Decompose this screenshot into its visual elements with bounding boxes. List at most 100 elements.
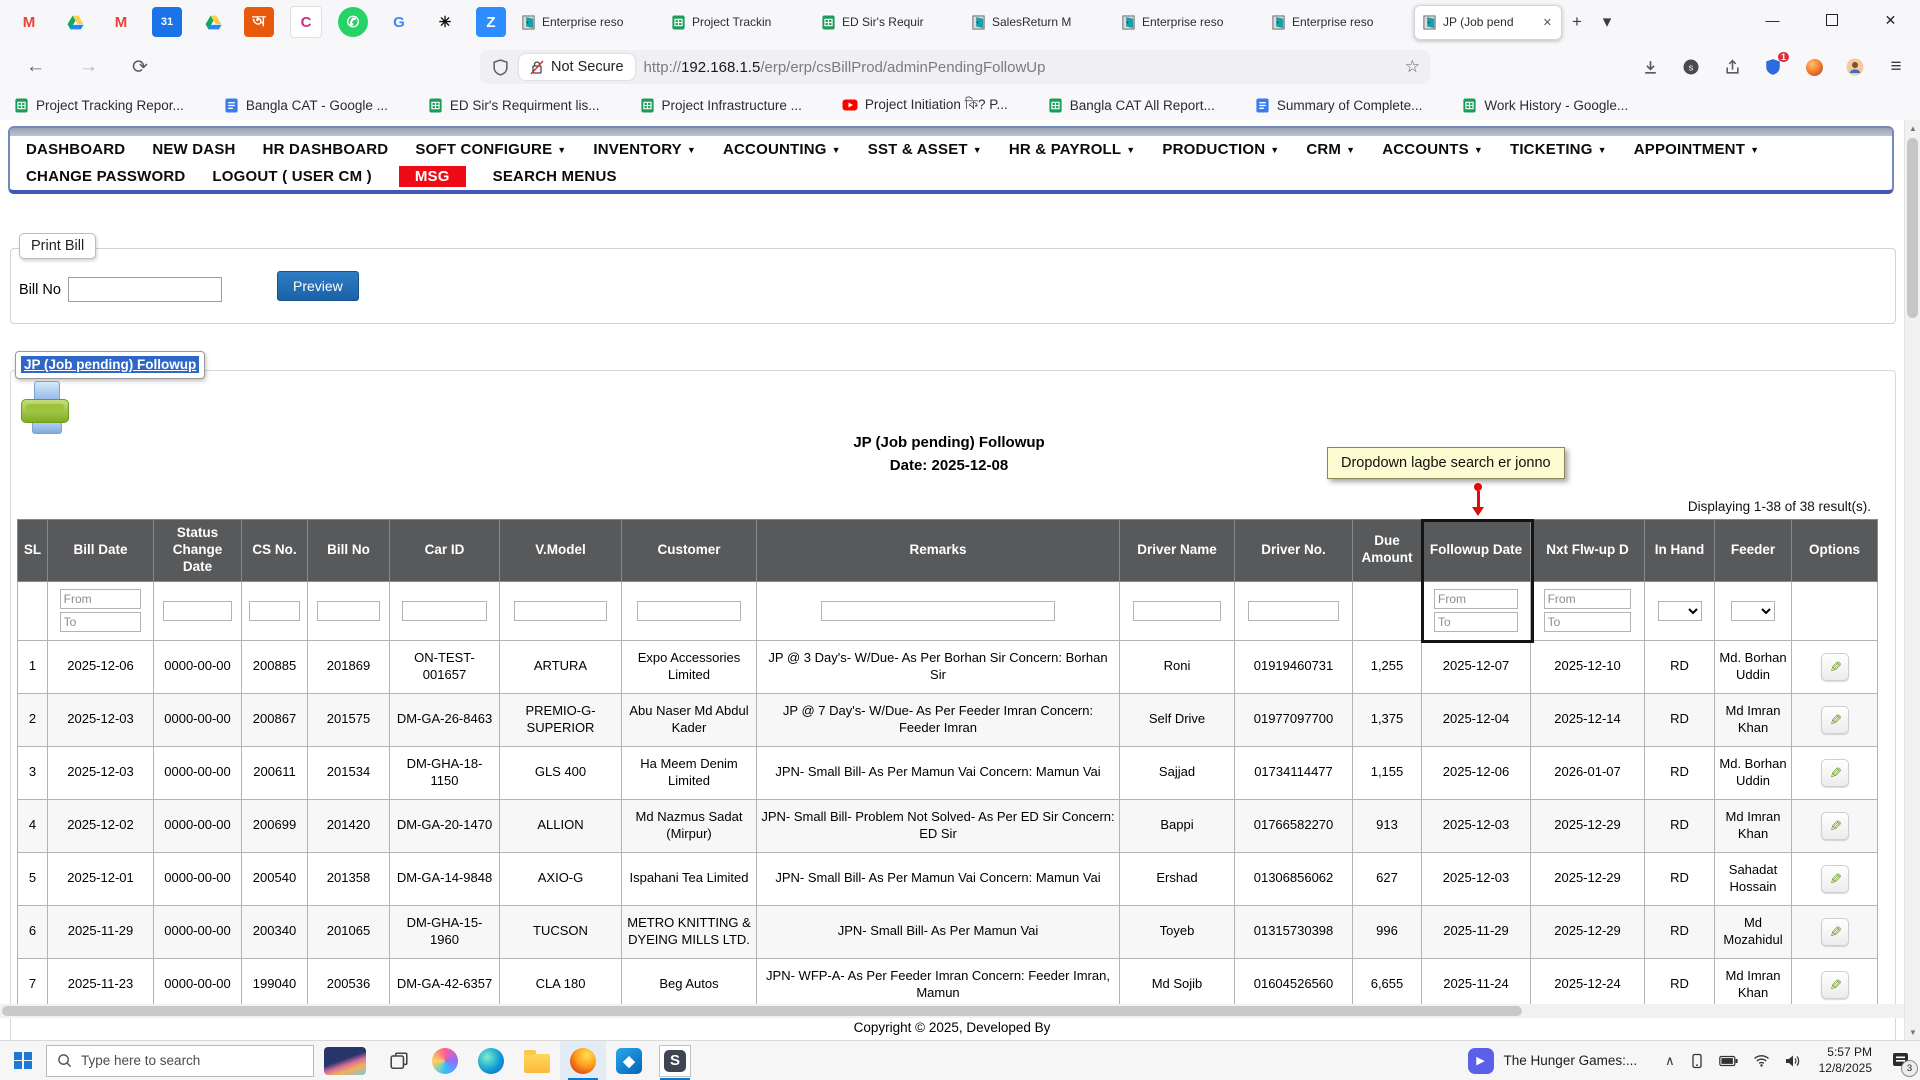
edit-pencil-icon[interactable]: ✎ — [1821, 653, 1849, 681]
pinned-tab-calendar-icon[interactable]: 31 — [152, 7, 182, 37]
column-header-due-amount[interactable]: Due Amount — [1353, 520, 1422, 582]
pinned-tab-gmail-icon[interactable]: M — [14, 7, 44, 37]
taskbar-app-task-view[interactable] — [376, 1041, 422, 1080]
profile-avatar[interactable] — [1845, 57, 1865, 77]
forward-button[interactable]: → — [79, 56, 98, 78]
menu-item-inventory[interactable]: INVENTORY▼ — [593, 141, 696, 158]
browser-tab-6[interactable]: Enterprise reso — [1264, 6, 1410, 39]
browser-tab-2[interactable]: Project Trackin — [664, 6, 810, 39]
filter-to-input-nxt-flwup-d[interactable] — [1544, 612, 1632, 632]
bookmark-item-5[interactable]: Project Initiation কি? P... — [842, 94, 1008, 117]
column-header-followup-date[interactable]: Followup Date — [1422, 520, 1531, 582]
menu-item-production[interactable]: PRODUCTION▼ — [1162, 141, 1279, 158]
vertical-scroll-thumb[interactable] — [1907, 138, 1918, 318]
bookmark-item-6[interactable]: Bangla CAT All Report... — [1048, 98, 1215, 113]
edit-pencil-icon[interactable]: ✎ — [1821, 971, 1849, 999]
shield-permissions-icon[interactable] — [490, 57, 510, 77]
column-header-bill-no[interactable]: Bill No — [308, 520, 390, 582]
close-button[interactable]: ✕ — [1861, 0, 1920, 40]
bookmark-item-4[interactable]: Project Infrastructure ... — [640, 98, 802, 113]
taskbar-app-copilot[interactable] — [422, 1041, 468, 1080]
reload-button[interactable]: ⟳ — [132, 56, 148, 79]
filter-from-input-nxt-flwup-d[interactable] — [1544, 589, 1632, 609]
filter-input-customer[interactable] — [637, 601, 741, 621]
s-extension-icon[interactable]: s — [1681, 57, 1701, 77]
bookmark-star-icon[interactable]: ☆ — [1405, 57, 1420, 77]
share-icon[interactable] — [1722, 57, 1742, 77]
taskbar-app-s-app[interactable]: S — [652, 1041, 698, 1080]
tab-close-icon[interactable]: ✕ — [1541, 14, 1554, 31]
menu-item-crm[interactable]: CRM▼ — [1306, 141, 1355, 158]
start-button[interactable] — [0, 1041, 46, 1080]
filter-input-driver-no[interactable] — [1248, 601, 1339, 621]
new-tab-button[interactable]: + — [1562, 7, 1592, 37]
minimize-button[interactable]: — — [1743, 0, 1802, 40]
taskbar-app-mail-app[interactable]: ◆ — [606, 1041, 652, 1080]
protection-shield-icon[interactable]: 1 — [1763, 57, 1783, 77]
menu-item-soft-configure[interactable]: SOFT CONFIGURE▼ — [415, 141, 566, 158]
pinned-tab-chatgpt-icon[interactable]: ✳ — [430, 7, 460, 37]
bookmark-item-8[interactable]: Work History - Google... — [1462, 98, 1628, 113]
pinned-tab-whatsapp-icon[interactable]: ✆ — [338, 7, 368, 37]
pinned-tab-google-icon[interactable]: G — [384, 7, 414, 37]
taskbar-app-firefox[interactable] — [560, 1041, 606, 1080]
preview-button[interactable]: Preview — [277, 271, 359, 301]
edit-pencil-icon[interactable]: ✎ — [1821, 918, 1849, 946]
menu-item-accounts[interactable]: ACCOUNTS▼ — [1382, 141, 1483, 158]
browser-tab-7[interactable]: JP (Job pend✕ — [1414, 5, 1562, 40]
column-header-customer[interactable]: Customer — [622, 520, 757, 582]
scroll-up-arrow[interactable]: ▲ — [1905, 120, 1920, 136]
pinned-tab-gmail-icon[interactable]: M — [106, 7, 136, 37]
bookmark-item-7[interactable]: Summary of Complete... — [1255, 98, 1423, 113]
wifi-icon[interactable] — [1753, 1054, 1770, 1067]
phone-link-icon[interactable] — [1690, 1053, 1704, 1069]
column-header-driver-no[interactable]: Driver No. — [1235, 520, 1353, 582]
horizontal-scroll-thumb[interactable] — [2, 1006, 1522, 1016]
taskbar-search[interactable]: Type here to search — [46, 1045, 314, 1077]
edit-pencil-icon[interactable]: ✎ — [1821, 759, 1849, 787]
tab-list-button[interactable]: ▾ — [1592, 7, 1622, 37]
column-header-sl[interactable]: SL — [18, 520, 48, 582]
taskbar-app-edge[interactable] — [468, 1041, 514, 1080]
not-secure-chip[interactable]: Not Secure — [519, 54, 635, 80]
edit-pencil-icon[interactable]: ✎ — [1821, 865, 1849, 893]
filter-input-car-id[interactable] — [402, 601, 487, 621]
scroll-down-arrow[interactable]: ▼ — [1905, 1024, 1920, 1040]
pinned-tab-drive-icon[interactable] — [60, 7, 90, 37]
filter-from-input-bill-date[interactable] — [60, 589, 142, 609]
menu-item-dashboard[interactable]: DASHBOARD — [26, 141, 125, 158]
edit-pencil-icon[interactable]: ✎ — [1821, 812, 1849, 840]
menu-item-sst-asset[interactable]: SST & ASSET▼ — [868, 141, 982, 158]
bookmark-item-1[interactable]: Project Tracking Repor... — [14, 98, 184, 113]
menu-item-accounting[interactable]: ACCOUNTING▼ — [723, 141, 841, 158]
menu-item-new-dash[interactable]: NEW DASH — [152, 141, 235, 158]
browser-tab-5[interactable]: Enterprise reso — [1114, 6, 1260, 39]
back-button[interactable]: ← — [26, 56, 45, 78]
filter-input-cs-no[interactable] — [249, 601, 300, 621]
filter-input-bill-no[interactable] — [317, 601, 380, 621]
filter-from-input-followup-date[interactable] — [1434, 589, 1518, 609]
address-bar[interactable]: Not Secure http://192.168.1.5/erp/erp/cs… — [480, 50, 1430, 84]
edit-pencil-icon[interactable]: ✎ — [1821, 706, 1849, 734]
volume-icon[interactable] — [1785, 1054, 1801, 1068]
menu-item-msg[interactable]: MSG — [399, 166, 466, 187]
horizontal-scrollbar[interactable] — [0, 1004, 1904, 1018]
menu-item-change-password[interactable]: CHANGE PASSWORD — [26, 168, 185, 185]
column-header-v-model[interactable]: V.Model — [500, 520, 622, 582]
news-widget-thumbnail[interactable] — [324, 1047, 366, 1075]
menu-item-ticketing[interactable]: TICKETING▼ — [1510, 141, 1607, 158]
menu-item-search-menus[interactable]: SEARCH MENUS — [493, 168, 617, 185]
column-header-options[interactable]: Options — [1792, 520, 1878, 582]
bill-no-input[interactable] — [68, 277, 222, 302]
vertical-scrollbar[interactable]: ▲ ▼ — [1904, 120, 1920, 1040]
pinned-tab-bangla-keyboard-icon[interactable]: অ — [244, 7, 274, 37]
account-sphere-icon[interactable] — [1804, 57, 1824, 77]
bookmark-item-3[interactable]: ED Sir's Requirment lis... — [428, 98, 600, 113]
action-center-button[interactable]: 3 — [1880, 1041, 1920, 1080]
menu-item-appointment[interactable]: APPOINTMENT▼ — [1634, 141, 1759, 158]
column-header-car-id[interactable]: Car ID — [390, 520, 500, 582]
bookmark-item-2[interactable]: Bangla CAT - Google ... — [224, 98, 388, 113]
browser-tab-4[interactable]: SalesReturn M — [964, 6, 1110, 39]
filter-input-v-model[interactable] — [514, 601, 608, 621]
menu-item-logout-user-cm-[interactable]: LOGOUT ( USER CM ) — [212, 168, 371, 185]
